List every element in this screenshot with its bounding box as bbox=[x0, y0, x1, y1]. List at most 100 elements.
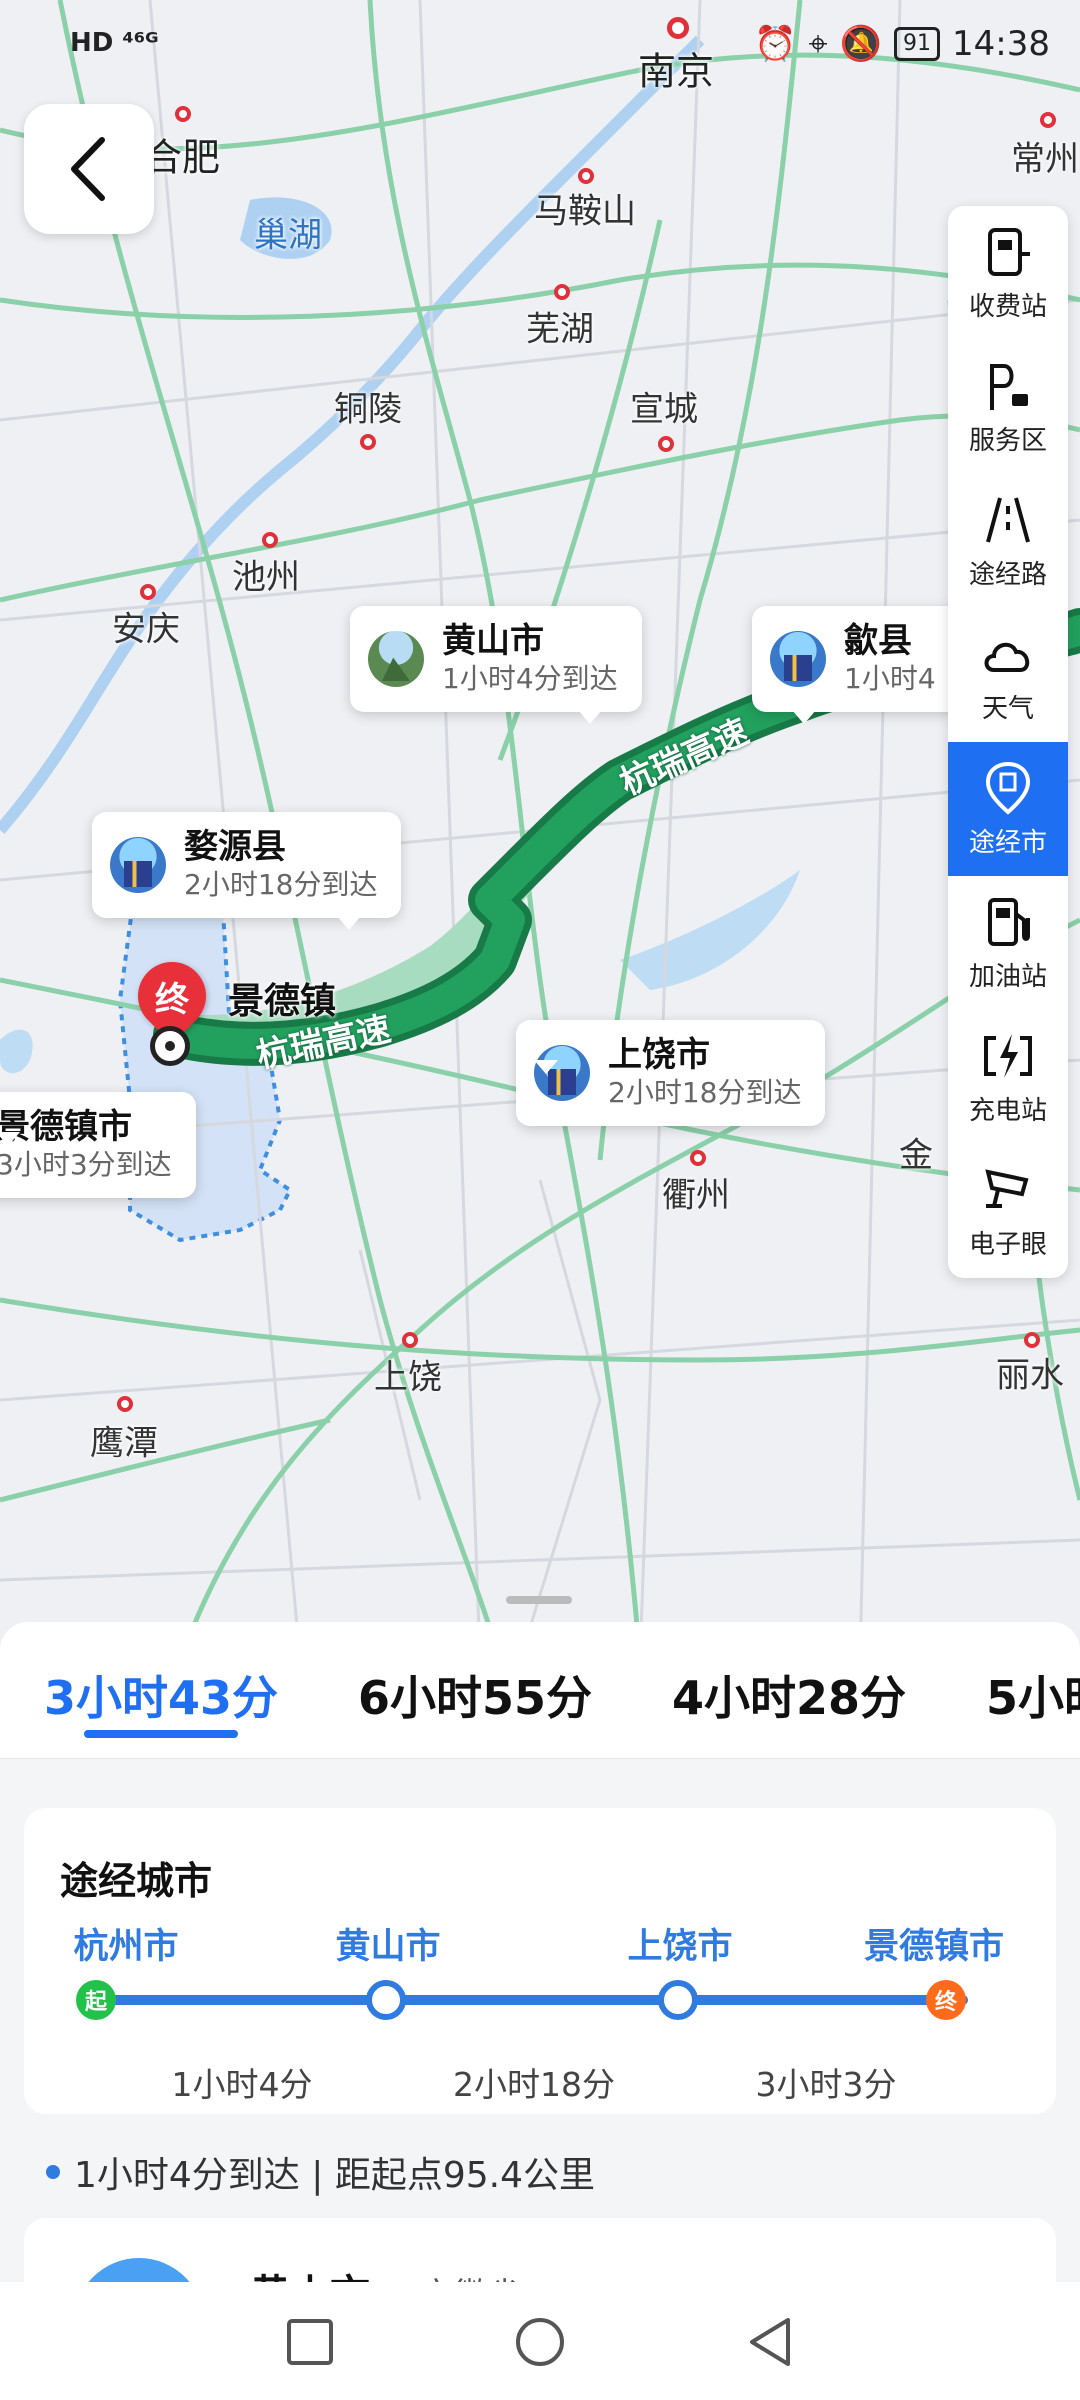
city-label-anqing: 安庆 bbox=[112, 609, 180, 650]
callout-wuyuan-time: 2小时18分到达 bbox=[184, 868, 378, 901]
destination-label: 景德镇 bbox=[228, 981, 337, 1022]
chevron-left-icon bbox=[71, 137, 105, 201]
city-detail-card[interactable]: 黄山市 安徽省 bbox=[24, 2218, 1056, 2282]
via-city-huangshan[interactable]: 黄山市 bbox=[335, 1918, 440, 1969]
back-triangle-icon[interactable] bbox=[740, 2312, 800, 2372]
toolbar-toll-station[interactable]: 收费站 bbox=[948, 206, 1068, 340]
city-label-chizhou: 池州 bbox=[232, 557, 300, 598]
toolbar-via-road[interactable]: 途经路 bbox=[948, 474, 1068, 608]
camera-icon bbox=[985, 1168, 1029, 1208]
via-cities-title: 途经城市 bbox=[60, 1859, 213, 1903]
city-dot-quzhou bbox=[690, 1150, 706, 1166]
city-label-tongling: 铜陵 bbox=[334, 389, 402, 430]
city-detail-name: 黄山市 bbox=[250, 2262, 370, 2282]
city-dot-yingtan bbox=[117, 1396, 133, 1412]
callout-shexian-time: 1小时4 bbox=[844, 662, 936, 695]
shexian-thumbnail bbox=[770, 631, 826, 687]
back-button[interactable] bbox=[24, 104, 154, 234]
arrival-info: 1小时4分到达 | 距起点95.4公里 bbox=[46, 2146, 595, 2198]
lake-label-chaohu: 巢湖 bbox=[254, 215, 322, 256]
battery-level: 91 bbox=[894, 27, 941, 61]
route-tab-1[interactable]: 3小时43分 bbox=[44, 1662, 278, 1728]
toolbar-charging-station[interactable]: 充电站 bbox=[948, 1010, 1068, 1144]
arrival-text: 1小时4分到达 | 距起点95.4公里 bbox=[74, 2155, 595, 2196]
callout-shangrao-time: 2小时18分到达 bbox=[608, 1076, 802, 1109]
location-icon: ⌖ bbox=[808, 24, 828, 64]
charging-station-icon bbox=[984, 1033, 1032, 1078]
via-node-huangshan bbox=[366, 1980, 406, 2020]
clock: 14:38 bbox=[952, 24, 1050, 64]
city-label-changzhou: 常州 bbox=[1011, 139, 1079, 180]
route-tab-2[interactable]: 6小时55分 bbox=[358, 1662, 592, 1728]
map-view[interactable]: 杭瑞高速 杭瑞高速 南京 合肥 常州 巢湖 马鞍山 芜湖 铜陵 宣城 池州 安庆… bbox=[0, 0, 1080, 1660]
via-city-shangrao[interactable]: 上饶市 bbox=[627, 1918, 732, 1969]
city-label-quzhou: 衢州 bbox=[662, 1175, 730, 1216]
via-segment-time-3: 3小时3分 bbox=[755, 2065, 897, 2104]
toolbar-weather-label: 天气 bbox=[981, 693, 1034, 724]
city-dot-tongling bbox=[360, 434, 376, 450]
sheet-drag-handle[interactable] bbox=[506, 1596, 572, 1604]
via-start-node: 起 bbox=[76, 1980, 116, 2020]
callout-wuyuan[interactable]: 婺源县 2小时18分到达 bbox=[92, 812, 402, 930]
toolbar-toll-station-label: 收费站 bbox=[968, 291, 1047, 322]
callout-shangrao-name: 上饶市 bbox=[608, 1035, 710, 1075]
route-bottom-sheet: 3小时43分 6小时55分 4小时28分 5小时 途经城市 杭州市 黄山市 上饶… bbox=[0, 1622, 1080, 2282]
via-segment-time-2: 2小时18分 bbox=[453, 2065, 615, 2104]
via-city-jingdezhen[interactable]: 景德镇市 bbox=[864, 1918, 1004, 1969]
alarm-icon: ⏰ bbox=[754, 24, 797, 64]
city-dot-wuhu bbox=[554, 284, 570, 300]
via-node-shangrao bbox=[658, 1980, 698, 2020]
recent-apps-icon[interactable] bbox=[280, 2312, 340, 2372]
toolbar-weather[interactable]: 天气 bbox=[948, 608, 1068, 742]
callout-jingdezhen-time: 3小时3分到达 bbox=[0, 1148, 172, 1181]
toolbar-charging-station-label: 充电站 bbox=[968, 1095, 1047, 1126]
callout-jingdezhen-name: 景德镇市 bbox=[0, 1107, 132, 1147]
city-dot-hefei bbox=[175, 106, 191, 122]
via-city-icon bbox=[985, 761, 1031, 815]
via-end-node: 终 bbox=[926, 1980, 966, 2020]
city-label-lishui: 丽水 bbox=[996, 1355, 1064, 1396]
callout-jingdezhen[interactable]: 景德镇市 3小时3分到达 bbox=[0, 1092, 196, 1198]
route-tab-4[interactable]: 5小时 bbox=[986, 1662, 1080, 1728]
city-label-hefei: 合肥 bbox=[143, 135, 221, 180]
city-dot-anqing bbox=[140, 584, 156, 600]
toolbar-service-area[interactable]: 服务区 bbox=[948, 340, 1068, 474]
route-tab-3[interactable]: 4小时28分 bbox=[672, 1662, 906, 1728]
network-status: HD ⁴⁶ᴳ bbox=[70, 28, 159, 58]
callout-huangshan[interactable]: 黄山市 1小时4分到达 bbox=[350, 606, 642, 724]
weather-cloud-icon bbox=[984, 642, 1030, 672]
callout-shangrao[interactable]: 上饶市 2小时18分到达 bbox=[516, 1020, 826, 1126]
callout-shexian-name: 歙县 bbox=[844, 621, 912, 661]
system-nav-bar bbox=[0, 2282, 1080, 2400]
city-dot-changzhou bbox=[1040, 112, 1056, 128]
city-label-jin: 金 bbox=[899, 1135, 933, 1176]
wuyuan-thumbnail bbox=[110, 837, 166, 893]
via-city-hangzhou[interactable]: 杭州市 bbox=[73, 1918, 178, 1969]
toolbar-via-road-label: 途经路 bbox=[968, 559, 1047, 590]
city-label-wuhu: 芜湖 bbox=[526, 309, 594, 350]
city-dot-shangrao bbox=[402, 1332, 418, 1348]
toolbar-camera[interactable]: 电子眼 bbox=[948, 1144, 1068, 1278]
city-label-yingtan: 鹰潭 bbox=[90, 1423, 158, 1464]
home-icon[interactable] bbox=[510, 2312, 570, 2372]
status-bar: HD ⁴⁶ᴳ ⏰ ⌖ 🔕 91 14:38 bbox=[0, 0, 1080, 92]
gas-station-icon bbox=[988, 897, 1030, 946]
toolbar-gas-station-label: 加油站 bbox=[968, 961, 1047, 992]
toolbar-camera-label: 电子眼 bbox=[968, 1229, 1047, 1260]
city-label-xuancheng: 宣城 bbox=[630, 389, 698, 430]
city-detail-province: 安徽省 bbox=[420, 2268, 522, 2282]
city-dot-chizhou bbox=[262, 532, 278, 548]
bullet-dot bbox=[46, 2165, 60, 2179]
callout-huangshan-time: 1小时4分到达 bbox=[442, 662, 618, 695]
toolbar-via-city-label: 途经市 bbox=[968, 827, 1047, 858]
via-timeline bbox=[96, 1995, 968, 2005]
service-area-icon bbox=[990, 363, 1028, 410]
route-tabs: 3小时43分 6小时55分 4小时28分 5小时 bbox=[0, 1622, 1080, 1759]
toolbar-gas-station[interactable]: 加油站 bbox=[948, 876, 1068, 1010]
callout-huangshan-name: 黄山市 bbox=[442, 621, 544, 661]
map-toolbar: 收费站 服务区 途经路 天气 途经市 加油站 充电站 电子眼 bbox=[948, 206, 1068, 1278]
toolbar-via-city[interactable]: 途经市 bbox=[948, 742, 1068, 876]
city-dot-maanshan bbox=[578, 168, 594, 184]
huangshan-thumbnail bbox=[368, 631, 424, 687]
active-tab-indicator bbox=[84, 1730, 238, 1738]
